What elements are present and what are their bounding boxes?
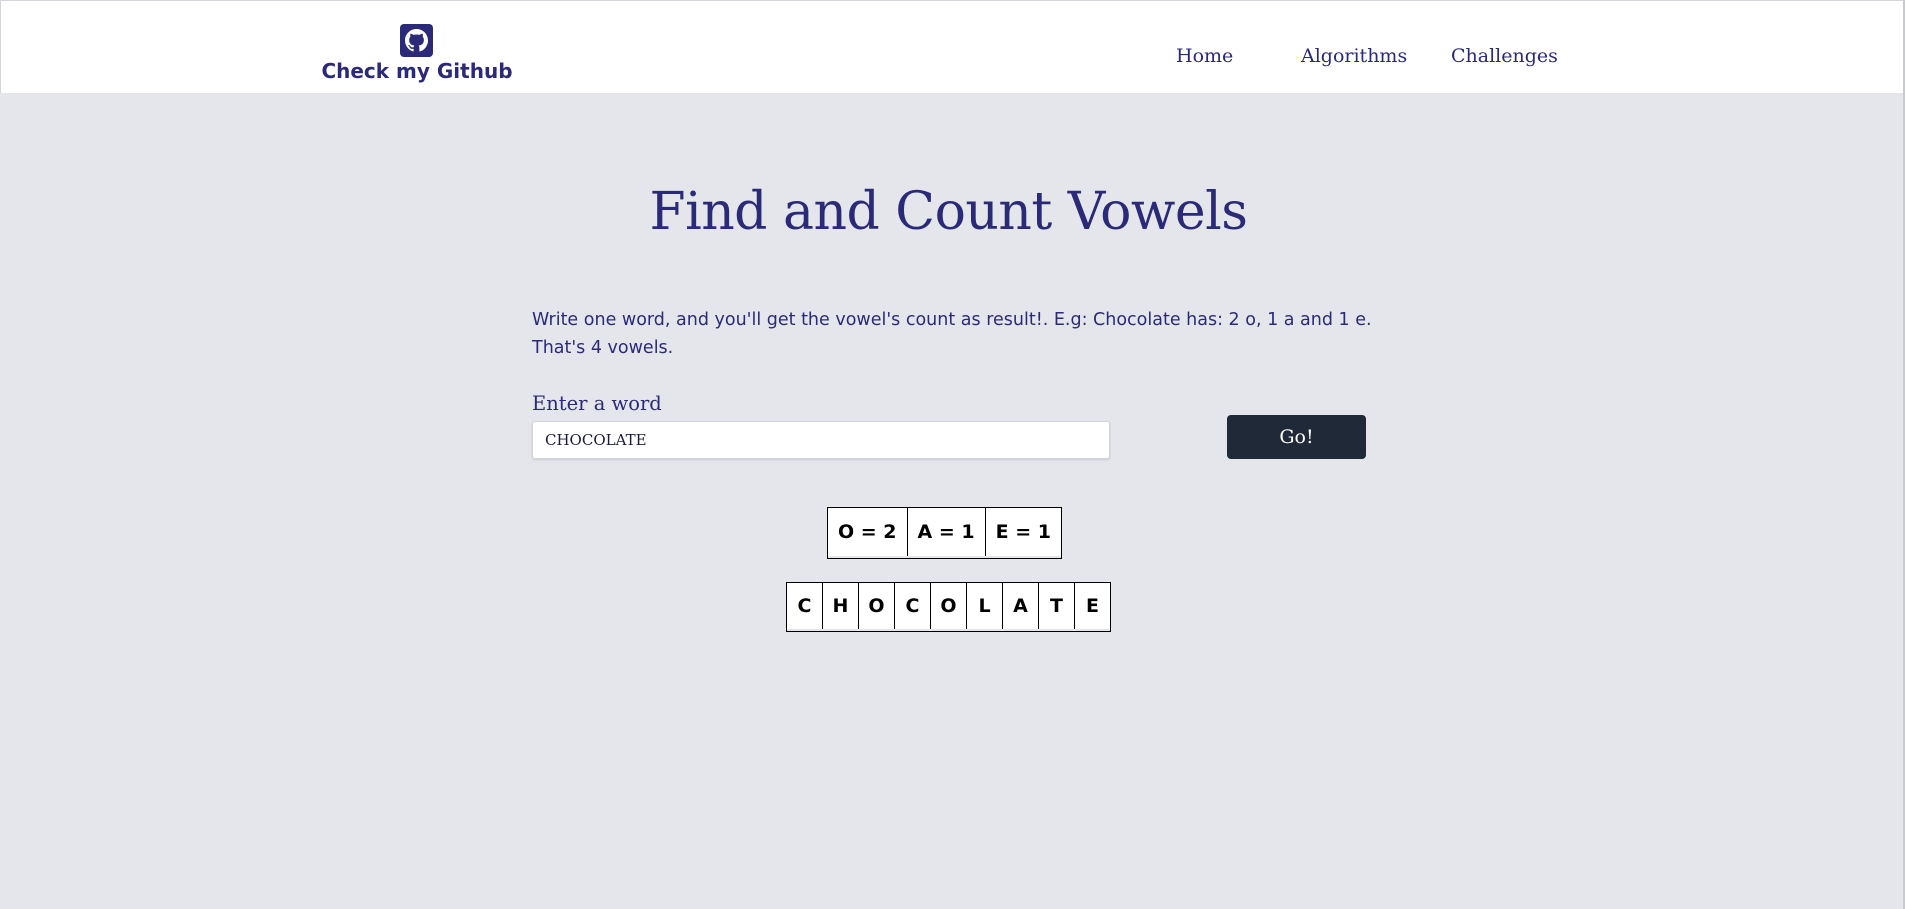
github-icon [400,24,433,57]
letter-cell: A [1003,583,1039,629]
github-label: Check my Github [321,59,513,83]
go-button[interactable]: Go! [1227,415,1366,459]
vowel-count-cell: E = 1 [985,508,1061,556]
page-title: Find and Count Vowels [649,182,1248,242]
letter-cell: C [787,583,823,629]
page-description: Write one word, and you'll get the vowel… [532,310,1372,358]
vowel-count-cell: A = 1 [907,508,986,556]
vowel-count-cell: O = 2 [828,508,908,556]
letter-cell: T [1039,583,1075,629]
letter-cell: H [823,583,859,629]
letter-cell: E [1075,583,1110,629]
letter-cell: C [895,583,931,629]
github-link[interactable]: Check my Github [321,23,513,85]
word-input-label: Enter a word [532,392,662,415]
vowel-count-results: O = 2 A = 1 E = 1 [827,507,1062,559]
top-navbar: Check my Github Home Algorithms Challeng… [0,0,1905,93]
letter-cell: O [859,583,895,629]
word-input[interactable] [532,421,1110,459]
letter-cell: O [931,583,967,629]
letter-cell: L [967,583,1003,629]
word-letters: C H O C O L A T E [786,582,1111,632]
nav-home[interactable]: Home [1176,45,1233,67]
nav-algorithms[interactable]: Algorithms [1301,45,1407,67]
nav-challenges[interactable]: Challenges [1451,45,1558,67]
